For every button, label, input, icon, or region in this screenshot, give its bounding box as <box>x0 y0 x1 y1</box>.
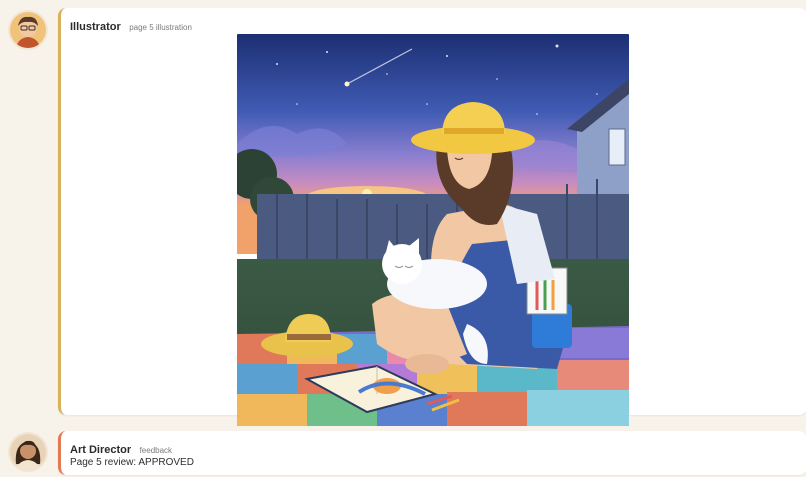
illustrator-avatar[interactable] <box>10 12 46 48</box>
sender-name: Art Director <box>70 444 132 456</box>
illustrator-message: Illustrator page 5 illustration <box>58 8 806 426</box>
message-tag: feedback <box>139 446 173 455</box>
illustration-image <box>237 34 629 426</box>
message-header: Illustrator page 5 illustration <box>70 17 192 35</box>
message-text: Page 5 review: APPROVED <box>70 457 194 468</box>
message-header: Art Director feedback <box>70 440 172 458</box>
illustrator-avatar-icon <box>10 12 46 48</box>
message-tag: page 5 illustration <box>129 23 192 32</box>
art-director-avatar-icon <box>10 434 46 470</box>
art-director-message: Art Director feedback Page 5 review: APP… <box>58 431 806 475</box>
sender-name: Illustrator <box>70 21 121 33</box>
art-director-avatar[interactable] <box>10 434 46 470</box>
page-illustration[interactable] <box>237 34 629 426</box>
